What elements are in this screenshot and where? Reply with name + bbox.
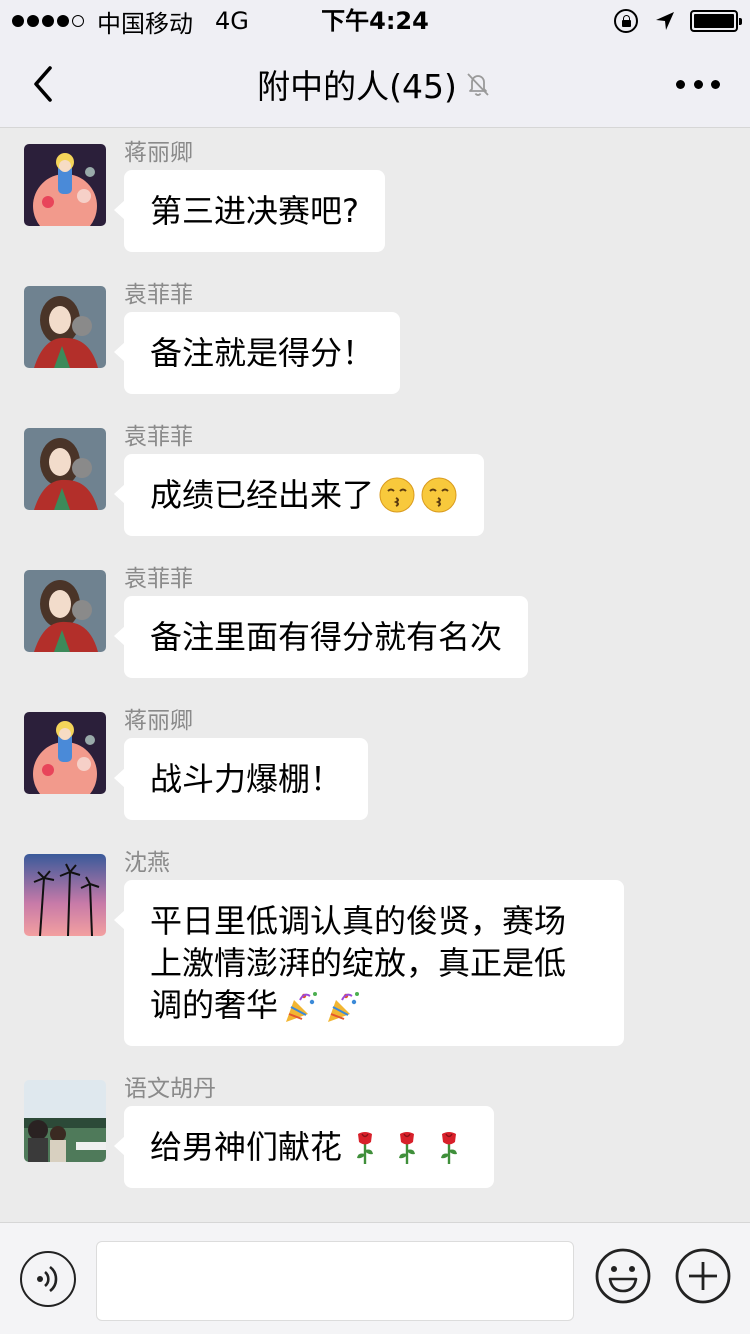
smiley-icon[interactable] xyxy=(594,1247,652,1305)
status-right xyxy=(614,6,742,36)
chat-title-wrap: 附中的人(45) xyxy=(0,40,750,128)
message-text-line: 上激情澎湃的绽放，真正是低 xyxy=(150,944,567,982)
kissing-face-emoji xyxy=(379,477,415,513)
rose-emoji xyxy=(441,1132,458,1164)
message-item: 袁菲菲 备注就是得分！ xyxy=(0,282,750,394)
avatar[interactable] xyxy=(24,854,106,936)
avatar[interactable] xyxy=(24,712,106,794)
avatar[interactable] xyxy=(24,286,106,368)
message-text-line: 平日里低调认真的俊贤，赛场 xyxy=(150,902,567,940)
bell-off-icon xyxy=(467,73,489,96)
avatar[interactable] xyxy=(24,1080,106,1162)
party-popper-emoji xyxy=(328,992,360,1022)
message-bubble[interactable]: 平日里低调认真的俊贤，赛场 上激情澎湃的绽放，真正是低 调的奢华 xyxy=(114,880,624,1046)
rotation-lock-icon xyxy=(614,9,638,33)
avatar[interactable] xyxy=(24,428,106,510)
message-item: 沈燕 平日里低调认真的俊贤，赛场 上激情澎湃的绽放，真正是低 调的奢华 xyxy=(0,850,750,1046)
message-text: 备注里面有得分就有名次 xyxy=(150,618,503,656)
message-bubble[interactable]: 成绩已经出来了 xyxy=(113,454,485,536)
message-bubble[interactable]: 备注就是得分！ xyxy=(113,312,401,394)
nav-bar: 附中的人(45) xyxy=(0,40,750,128)
sender-name: 袁菲菲 xyxy=(124,282,193,308)
sender-name: 语文胡丹 xyxy=(124,1076,216,1102)
message-text: 成绩已经出来了 xyxy=(150,476,375,514)
message-item: 袁菲菲 备注里面有得分就有名次 xyxy=(0,566,750,678)
message-text: 给男神们献花 xyxy=(150,1128,343,1166)
message-bubble[interactable]: 第三进决赛吧? xyxy=(114,170,385,252)
message-item: 蒋丽卿 战斗力爆棚！ xyxy=(0,708,750,820)
avatar[interactable] xyxy=(24,144,106,226)
avatar[interactable] xyxy=(24,570,106,652)
message-bubble[interactable]: 备注里面有得分就有名次 xyxy=(113,596,529,678)
voice-icon[interactable] xyxy=(20,1251,76,1307)
status-bar: 中国移动 4G 下午4:24 xyxy=(0,0,750,40)
sender-name: 蒋丽卿 xyxy=(124,708,193,734)
message-bubble[interactable]: 给男神们献花 xyxy=(113,1106,495,1188)
input-bar xyxy=(0,1222,750,1334)
party-popper-emoji xyxy=(286,992,318,1022)
rose-emoji xyxy=(399,1132,416,1164)
message-item: 语文胡丹 给男神们献花 xyxy=(0,1076,750,1188)
location-arrow-icon xyxy=(656,12,674,30)
rose-emoji xyxy=(357,1132,374,1164)
message-text-line: 调的奢华 xyxy=(150,986,279,1024)
sender-name: 蒋丽卿 xyxy=(124,140,193,166)
battery-icon xyxy=(690,10,742,32)
message-text-line-last: 调的奢华 xyxy=(150,984,598,1026)
sender-name: 袁菲菲 xyxy=(124,424,193,450)
message-item: 蒋丽卿 第三进决赛吧? xyxy=(0,140,750,252)
message-text: 备注就是得分！ xyxy=(150,334,375,372)
message-bubble[interactable]: 战斗力爆棚！ xyxy=(113,738,369,820)
sender-name: 沈燕 xyxy=(124,850,170,876)
chat-title: 附中的人(45) xyxy=(257,67,457,106)
plus-icon[interactable] xyxy=(674,1247,732,1305)
message-item: 袁菲菲 成绩已经出来了 xyxy=(0,424,750,536)
message-text: 战斗力爆棚！ xyxy=(150,760,343,798)
more-dots-icon[interactable] xyxy=(676,72,720,96)
message-input[interactable] xyxy=(96,1241,574,1321)
sender-name: 袁菲菲 xyxy=(124,566,193,592)
kissing-face-emoji xyxy=(421,477,457,513)
message-text: 第三进决赛吧? xyxy=(150,192,359,230)
